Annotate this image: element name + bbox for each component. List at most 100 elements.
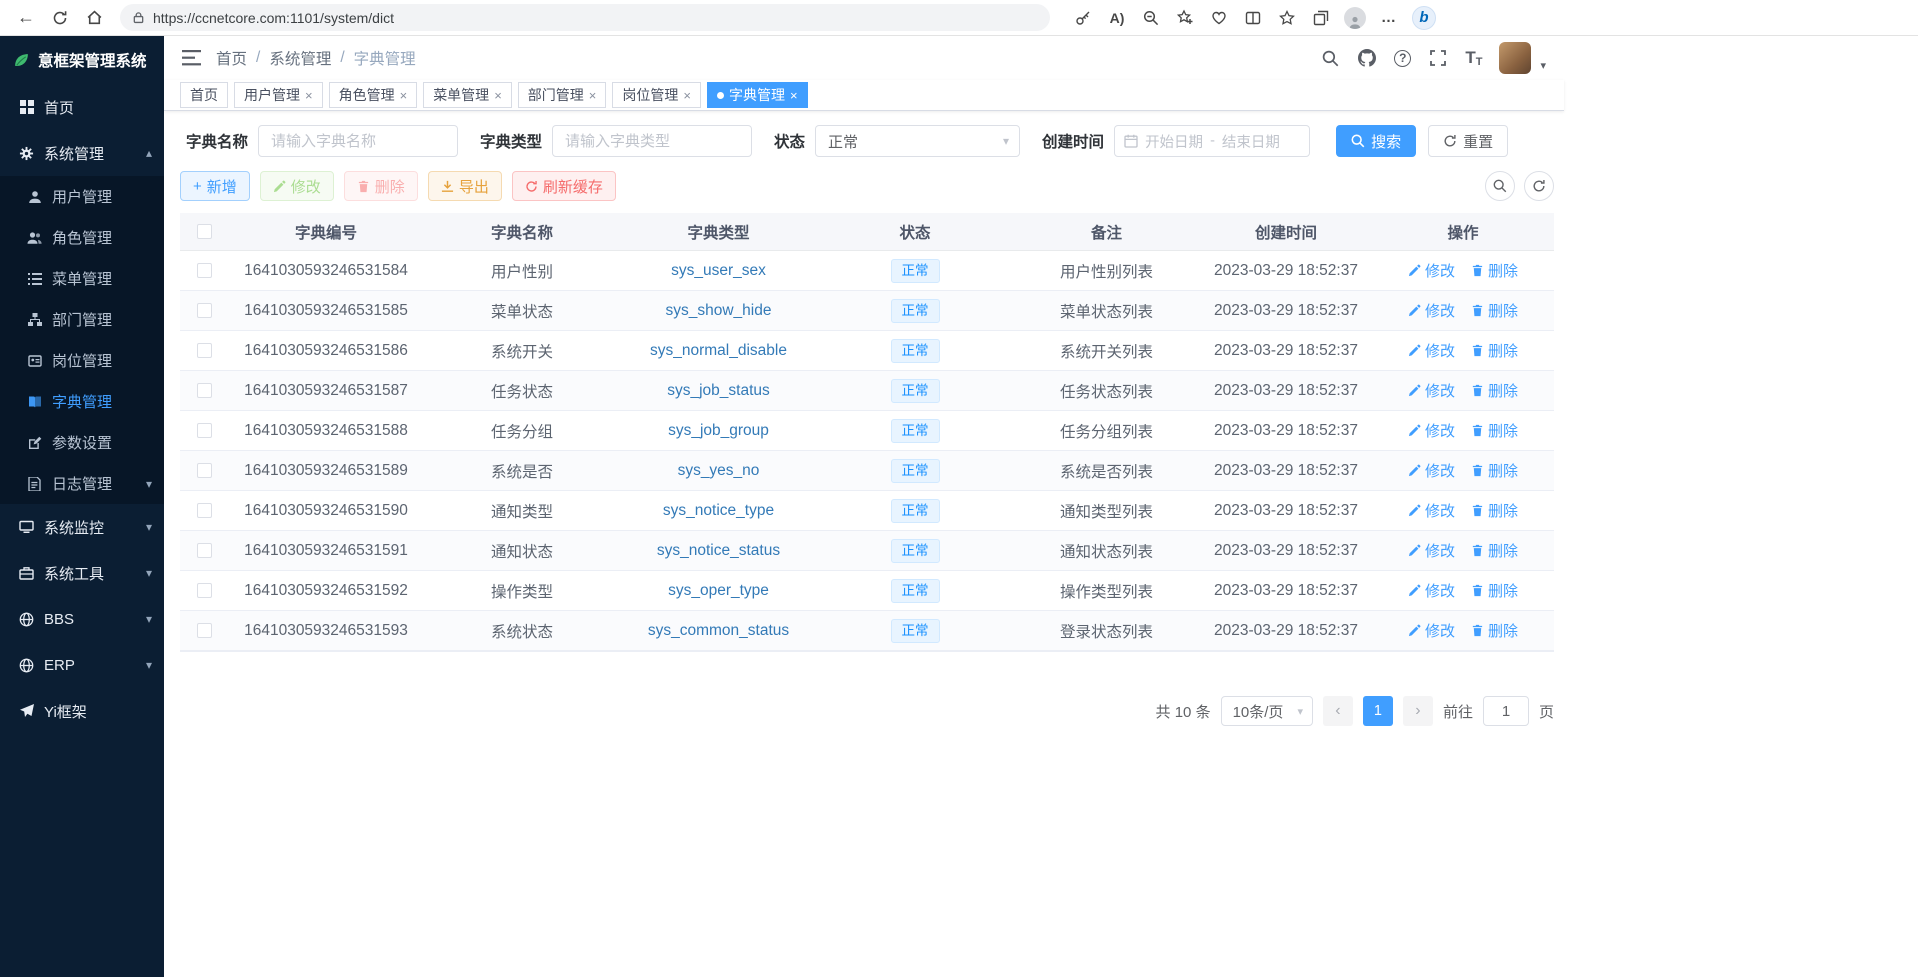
row-checkbox[interactable] — [197, 343, 212, 358]
split-screen-icon[interactable] — [1242, 7, 1264, 29]
row-edit-link[interactable]: 修改 — [1408, 300, 1455, 321]
zoom-out-icon[interactable] — [1140, 7, 1162, 29]
chevron-down-icon[interactable]: ▾ — [1540, 59, 1546, 74]
tab-posts[interactable]: 岗位管理× — [612, 82, 701, 108]
browser-profile-avatar[interactable] — [1344, 7, 1366, 29]
sidebar-item-dict[interactable]: 字典管理 — [0, 381, 164, 422]
edit-button[interactable]: 修改 — [260, 171, 334, 201]
export-button[interactable]: 导出 — [428, 171, 502, 201]
sidebar-item-erp[interactable]: ERP ▾ — [0, 642, 164, 688]
sidebar-item-users[interactable]: 用户管理 — [0, 176, 164, 217]
dict-type-link[interactable]: sys_common_status — [648, 622, 789, 640]
dict-type-link[interactable]: sys_yes_no — [678, 462, 760, 480]
dict-type-link[interactable]: sys_notice_type — [663, 502, 774, 520]
close-icon[interactable]: × — [683, 88, 691, 103]
sidebar-item-departments[interactable]: 部门管理 — [0, 299, 164, 340]
row-delete-link[interactable]: 删除 — [1471, 460, 1518, 481]
sidebar-item-menus[interactable]: 菜单管理 — [0, 258, 164, 299]
row-edit-link[interactable]: 修改 — [1408, 540, 1455, 561]
bing-icon[interactable]: b — [1412, 6, 1436, 30]
row-delete-link[interactable]: 删除 — [1471, 260, 1518, 281]
status-select[interactable]: 正常 ▾ — [815, 125, 1020, 157]
breadcrumb-home[interactable]: 首页 — [216, 47, 247, 69]
read-aloud-icon[interactable]: A) — [1106, 7, 1128, 29]
dict-type-link[interactable]: sys_job_status — [667, 382, 770, 400]
sidebar-item-logs[interactable]: 日志管理 ▾ — [0, 463, 164, 504]
row-checkbox[interactable] — [197, 383, 212, 398]
close-icon[interactable]: × — [494, 88, 502, 103]
search-button[interactable]: 搜索 — [1336, 125, 1416, 157]
collections-icon[interactable] — [1310, 7, 1332, 29]
sidebar-item-system[interactable]: 系统管理 ▴ — [0, 130, 164, 176]
tab-roles[interactable]: 角色管理× — [329, 82, 418, 108]
row-checkbox[interactable] — [197, 543, 212, 558]
select-all-checkbox[interactable] — [197, 224, 212, 239]
fullscreen-icon[interactable] — [1428, 48, 1448, 68]
browser-more-icon[interactable]: … — [1378, 7, 1400, 29]
user-avatar[interactable] — [1499, 42, 1531, 74]
sidebar-item-monitor[interactable]: 系统监控 ▾ — [0, 504, 164, 550]
dict-type-link[interactable]: sys_user_sex — [671, 262, 766, 280]
dict-type-link[interactable]: sys_notice_status — [657, 542, 780, 560]
add-favorite-icon[interactable] — [1174, 7, 1196, 29]
tab-dict[interactable]: 字典管理× — [707, 82, 808, 108]
row-delete-link[interactable]: 删除 — [1471, 380, 1518, 401]
sidebar-item-roles[interactable]: 角色管理 — [0, 217, 164, 258]
row-edit-link[interactable]: 修改 — [1408, 420, 1455, 441]
sidebar-item-yi-framework[interactable]: Yi框架 — [0, 688, 164, 734]
page-button-1[interactable]: 1 — [1363, 696, 1393, 726]
dict-name-input[interactable] — [258, 125, 458, 157]
refresh-cache-button[interactable]: 刷新缓存 — [512, 171, 616, 201]
row-delete-link[interactable]: 删除 — [1471, 420, 1518, 441]
row-checkbox[interactable] — [197, 263, 212, 278]
tab-users[interactable]: 用户管理× — [234, 82, 323, 108]
dict-type-link[interactable]: sys_show_hide — [666, 302, 772, 320]
add-button[interactable]: +新增 — [180, 171, 250, 201]
row-checkbox[interactable] — [197, 463, 212, 478]
row-delete-link[interactable]: 删除 — [1471, 620, 1518, 641]
close-icon[interactable]: × — [589, 88, 597, 103]
tab-menus[interactable]: 菜单管理× — [423, 82, 512, 108]
tab-departments[interactable]: 部门管理× — [518, 82, 607, 108]
row-delete-link[interactable]: 删除 — [1471, 300, 1518, 321]
hamburger-icon[interactable] — [180, 47, 202, 69]
breadcrumb-system[interactable]: 系统管理 — [269, 47, 331, 69]
font-size-icon[interactable]: TT — [1465, 48, 1482, 68]
row-edit-link[interactable]: 修改 — [1408, 500, 1455, 521]
close-icon[interactable]: × — [790, 88, 798, 103]
row-delete-link[interactable]: 删除 — [1471, 500, 1518, 521]
row-edit-link[interactable]: 修改 — [1408, 340, 1455, 361]
date-range-picker[interactable]: 开始日期 - 结束日期 — [1114, 125, 1310, 157]
row-edit-link[interactable]: 修改 — [1408, 260, 1455, 281]
refresh-table-icon[interactable] — [1524, 171, 1554, 201]
close-icon[interactable]: × — [305, 88, 313, 103]
sidebar-item-home[interactable]: 首页 — [0, 84, 164, 130]
row-edit-link[interactable]: 修改 — [1408, 580, 1455, 601]
browser-home-icon[interactable] — [80, 4, 108, 32]
help-icon[interactable]: ? — [1394, 50, 1411, 67]
dict-type-link[interactable]: sys_oper_type — [668, 582, 769, 600]
row-checkbox[interactable] — [197, 303, 212, 318]
tab-home[interactable]: 首页 — [180, 82, 228, 108]
close-icon[interactable]: × — [400, 88, 408, 103]
toggle-search-icon[interactable] — [1485, 171, 1515, 201]
sidebar-item-bbs[interactable]: BBS ▾ — [0, 596, 164, 642]
favorites-icon[interactable] — [1276, 7, 1298, 29]
sidebar-item-tools[interactable]: 系统工具 ▾ — [0, 550, 164, 596]
row-delete-link[interactable]: 删除 — [1471, 580, 1518, 601]
row-delete-link[interactable]: 删除 — [1471, 540, 1518, 561]
row-edit-link[interactable]: 修改 — [1408, 620, 1455, 641]
row-delete-link[interactable]: 删除 — [1471, 340, 1518, 361]
row-checkbox[interactable] — [197, 423, 212, 438]
browser-url-bar[interactable]: https://ccnetcore.com:1101/system/dict — [120, 4, 1050, 31]
page-size-select[interactable]: 10条/页 ▾ — [1221, 696, 1313, 726]
sidebar-item-posts[interactable]: 岗位管理 — [0, 340, 164, 381]
row-checkbox[interactable] — [197, 623, 212, 638]
dict-type-link[interactable]: sys_job_group — [668, 422, 769, 440]
prev-page-button[interactable]: ‹ — [1323, 696, 1353, 726]
search-icon[interactable] — [1320, 48, 1340, 68]
browser-refresh-icon[interactable] — [46, 4, 74, 32]
goto-page-input[interactable] — [1483, 696, 1529, 726]
delete-button[interactable]: 删除 — [344, 171, 418, 201]
row-checkbox[interactable] — [197, 583, 212, 598]
